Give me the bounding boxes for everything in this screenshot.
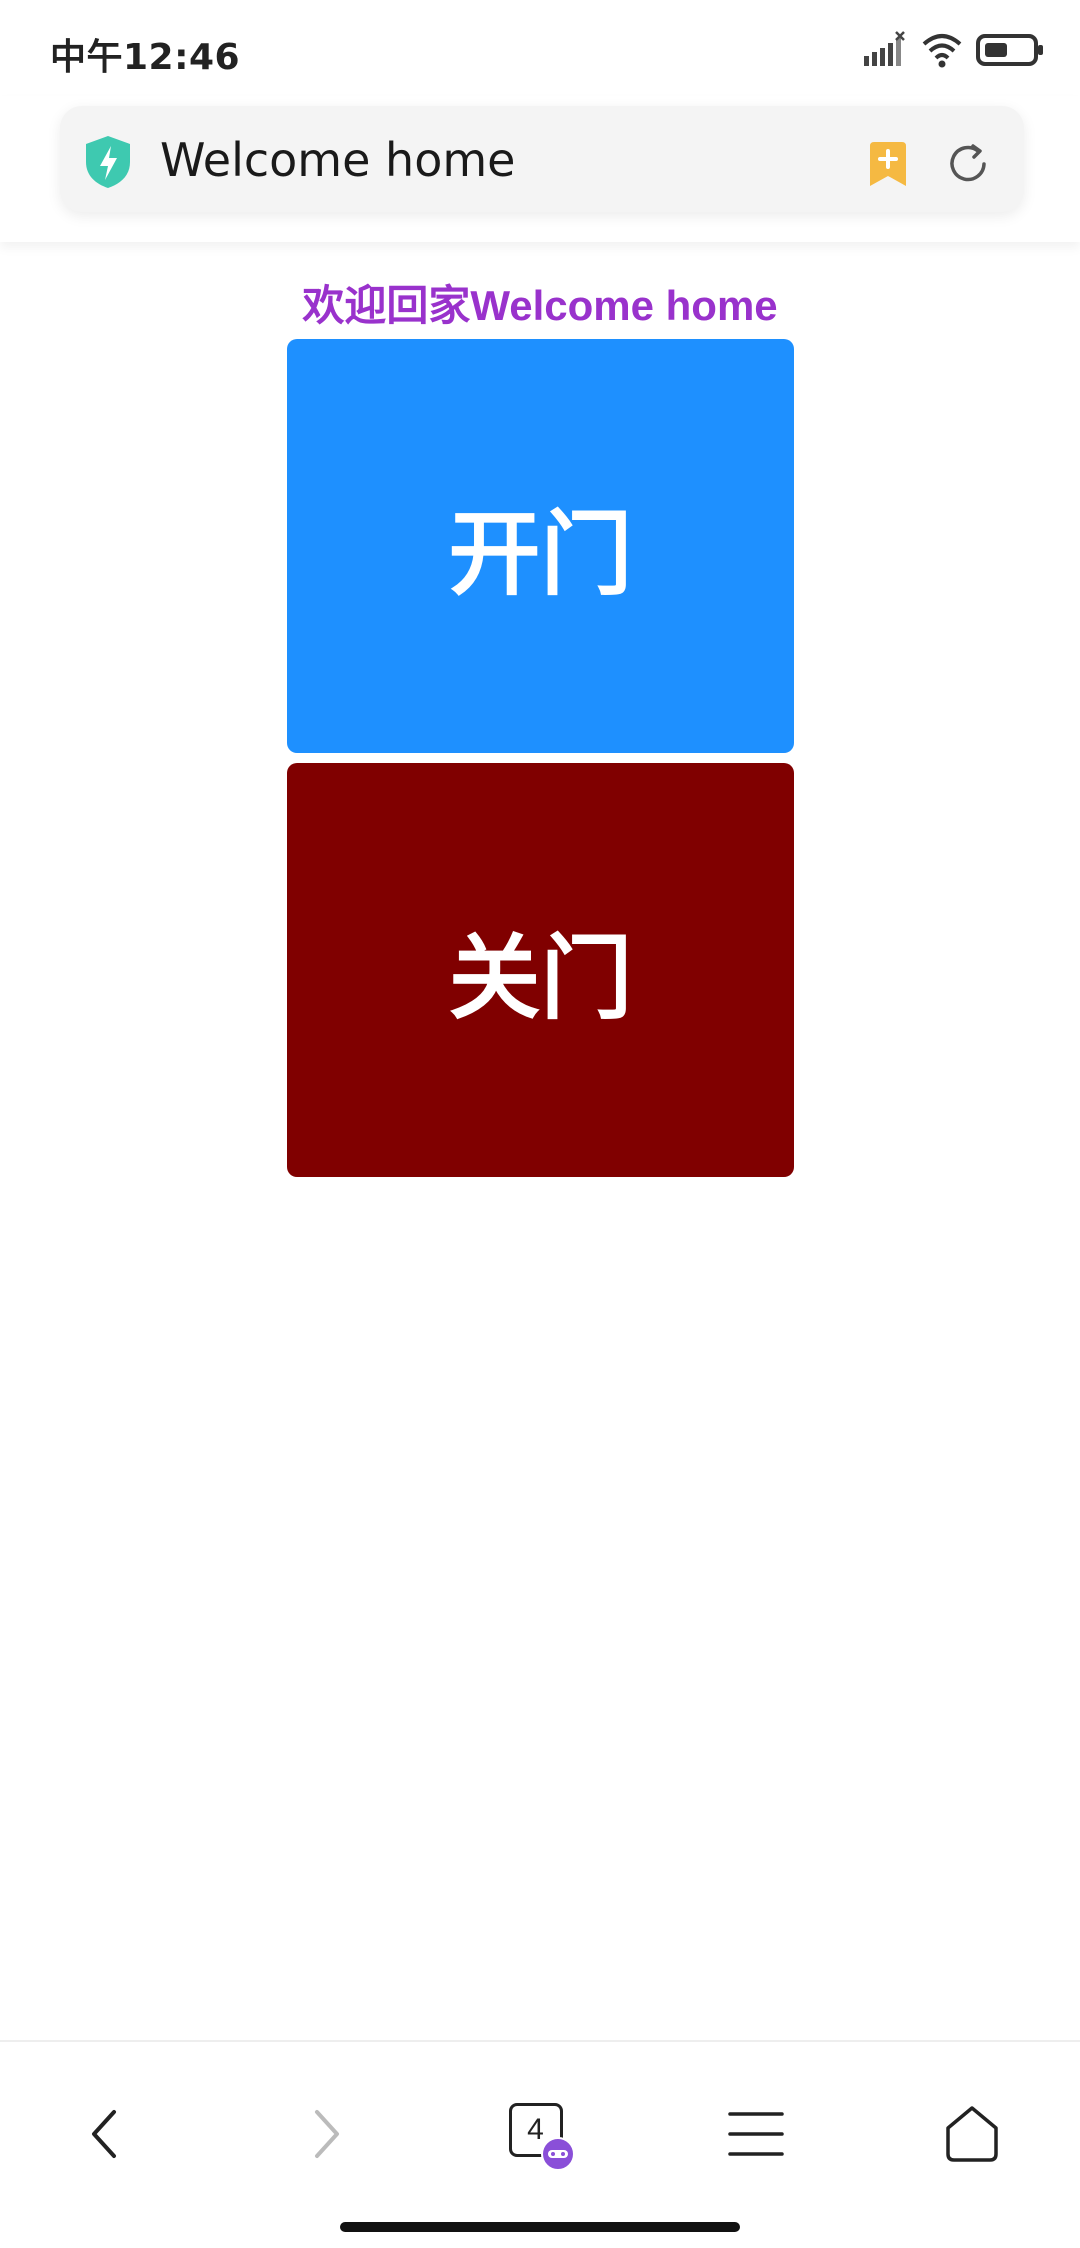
- page-title[interactable]: Welcome home: [160, 132, 515, 188]
- shield-icon[interactable]: [82, 134, 134, 190]
- refresh-icon[interactable]: [944, 140, 992, 188]
- home-indicator[interactable]: [340, 2222, 740, 2232]
- browser-screen: 中午12:46 Welcome home 欢迎回家Welcome home 开门…: [0, 0, 1080, 2248]
- menu-icon: [728, 2112, 784, 2156]
- status-bar: 中午12:46: [0, 0, 1080, 96]
- bottom-nav-bar: 4: [0, 2040, 1080, 2248]
- battery-icon: [976, 34, 1043, 66]
- close-door-button[interactable]: 关门: [287, 763, 794, 1177]
- status-time: 中午12:46: [50, 37, 241, 78]
- back-button[interactable]: [54, 2084, 154, 2184]
- bookmark-add-icon[interactable]: [866, 140, 910, 188]
- back-icon: [92, 2110, 116, 2158]
- forward-button[interactable]: [277, 2084, 377, 2184]
- welcome-heading: 欢迎回家Welcome home: [302, 282, 778, 329]
- open-door-button[interactable]: 开门: [287, 339, 794, 753]
- incognito-badge-icon: [541, 2137, 575, 2171]
- tabs-icon: 4: [505, 2099, 575, 2171]
- tabs-button[interactable]: 4: [490, 2084, 590, 2184]
- browser-top-bar: Welcome home: [0, 96, 1080, 242]
- home-icon: [946, 2106, 998, 2162]
- forward-icon: [315, 2110, 339, 2158]
- wifi-icon: [922, 34, 962, 68]
- home-button[interactable]: [922, 2084, 1022, 2184]
- menu-button[interactable]: [706, 2084, 806, 2184]
- signal-icon: [864, 31, 905, 66]
- address-bar[interactable]: Welcome home: [60, 106, 1024, 212]
